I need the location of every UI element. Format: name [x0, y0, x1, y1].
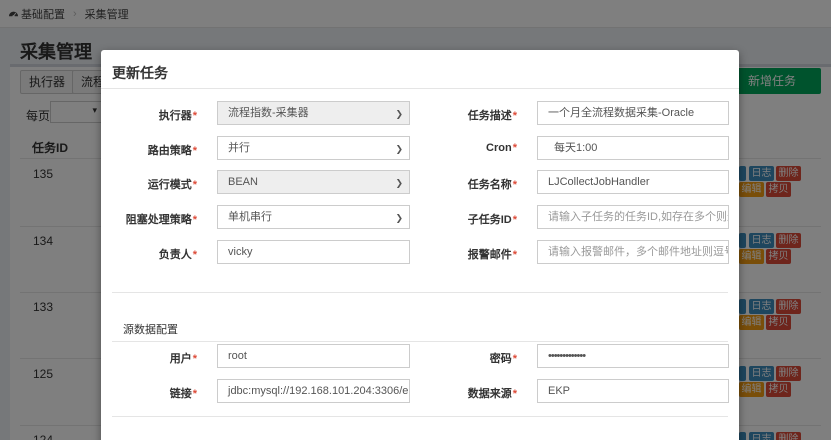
route-strategy-label: 路由策略*: [147, 145, 197, 157]
owner-input[interactable]: vicky: [217, 240, 410, 264]
cron-input[interactable]: 每天1:00: [537, 136, 729, 160]
task-description-input[interactable]: 一个月全流程数据采集-Oracle: [537, 101, 729, 125]
alarm-email-label: 报警邮件*: [467, 249, 517, 261]
chevron-down-icon: ❯: [395, 144, 403, 154]
section-divider: [112, 341, 728, 342]
block-strategy-select[interactable]: 单机串行 ❯: [217, 205, 410, 229]
route-strategy-select[interactable]: 并行 ❯: [217, 136, 410, 160]
alarm-email-input[interactable]: 请输入报警邮件，多个邮件地址则逗号分隔: [537, 240, 729, 264]
chevron-down-icon: ❯: [395, 213, 403, 223]
task-name-input[interactable]: LJCollectJobHandler: [537, 170, 729, 194]
chevron-down-icon: ❯: [395, 109, 403, 119]
modal-header-divider: [101, 88, 739, 89]
password-label: 密码*: [489, 353, 517, 365]
child-task-id-label: 子任务ID*: [467, 214, 517, 226]
chevron-down-icon: ❯: [395, 178, 403, 188]
data-source-input[interactable]: EKP: [537, 379, 729, 403]
task-name-label: 任务名称*: [467, 179, 517, 191]
password-input[interactable]: •••••••••••••: [537, 344, 729, 368]
section-divider: [112, 292, 728, 293]
run-mode-select[interactable]: BEAN ❯: [217, 170, 410, 194]
data-source-label: 数据来源*: [467, 388, 517, 400]
jdbc-link-input[interactable]: jdbc:mysql://192.168.101.204:3306/ekp: [217, 379, 410, 403]
source-data-section-title: 源数据配置: [123, 324, 178, 336]
update-task-modal: 更新任务 执行器* 流程指数-采集器 ❯ 路由策略* 并行 ❯ 运行模式* BEAN…: [101, 50, 739, 440]
block-strategy-label: 阻塞处理策略*: [125, 214, 197, 226]
cron-label: Cron*: [486, 142, 517, 154]
link-label: 链接*: [169, 388, 197, 400]
user-label: 用户*: [169, 353, 197, 365]
task-description-label: 任务描述*: [467, 110, 517, 122]
modal-title: 更新任务: [112, 65, 168, 81]
owner-label: 负责人*: [158, 249, 197, 261]
run-mode-label: 运行模式*: [147, 179, 197, 191]
executor-label: 执行器*: [158, 110, 197, 122]
child-task-id-input[interactable]: 请输入子任务的任务ID,如存在多个则逗号分隔: [537, 205, 729, 229]
executor-select[interactable]: 流程指数-采集器 ❯: [217, 101, 410, 125]
user-input[interactable]: root: [217, 344, 410, 368]
section-divider: [112, 416, 728, 417]
